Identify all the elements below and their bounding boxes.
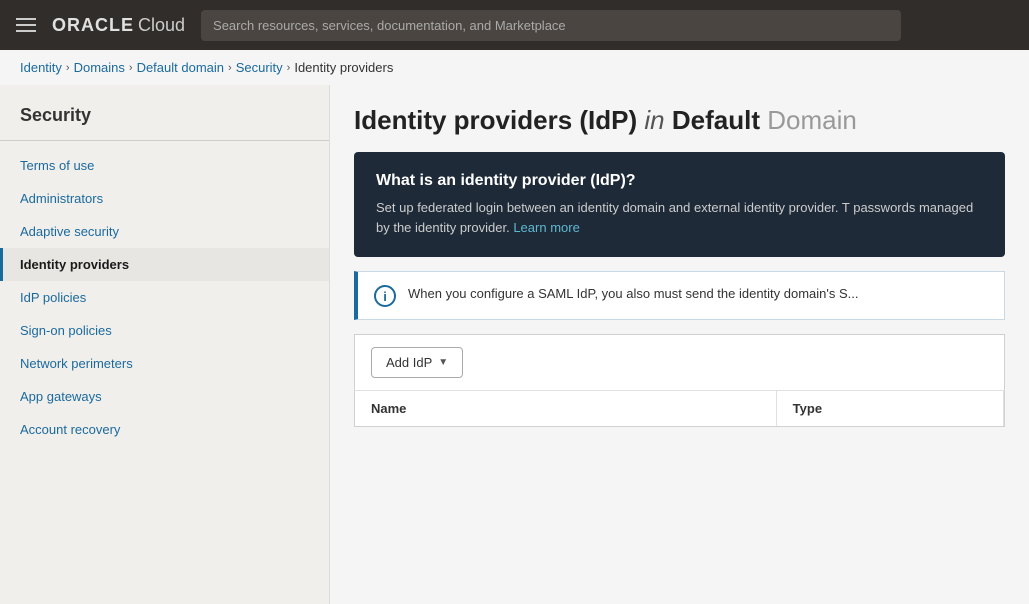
sidebar-item-network-perimeters[interactable]: Network perimeters — [0, 347, 329, 380]
page-title-normal: Identity providers (IdP) — [354, 105, 637, 135]
add-idp-button[interactable]: Add IdP ▼ — [371, 347, 463, 378]
breadcrumb-domains[interactable]: Domains — [74, 60, 125, 75]
breadcrumb-default-domain[interactable]: Default domain — [137, 60, 224, 75]
sidebar-item-sign-on-policies[interactable]: Sign-on policies — [0, 314, 329, 347]
notice-text: When you configure a SAML IdP, you also … — [408, 284, 859, 304]
sidebar-title: Security — [0, 95, 329, 140]
dropdown-arrow-icon: ▼ — [438, 357, 448, 368]
sidebar-item-administrators[interactable]: Administrators — [0, 182, 329, 215]
page-title: Identity providers (IdP) in Default Doma… — [354, 105, 1005, 136]
cloud-text: Cloud — [138, 15, 185, 36]
page-title-italic: in — [644, 105, 664, 135]
main-layout: Security Terms of use Administrators Ada… — [0, 85, 1029, 604]
sidebar-divider — [0, 140, 329, 141]
sidebar-item-app-gateways[interactable]: App gateways — [0, 380, 329, 413]
oracle-logo: ORACLE Cloud — [52, 15, 185, 36]
add-idp-label: Add IdP — [386, 355, 432, 370]
info-icon: i — [374, 285, 396, 307]
breadcrumb-sep-2: › — [129, 62, 133, 74]
table-column-name: Name — [355, 391, 777, 426]
oracle-text: ORACLE — [52, 15, 134, 36]
breadcrumb-security[interactable]: Security — [236, 60, 283, 75]
sidebar-item-idp-policies[interactable]: IdP policies — [0, 281, 329, 314]
info-card-heading: What is an identity provider (IdP)? — [376, 172, 983, 190]
sidebar-item-account-recovery[interactable]: Account recovery — [0, 413, 329, 446]
breadcrumb-current: Identity providers — [294, 60, 393, 75]
sidebar-item-identity-providers[interactable]: Identity providers — [0, 248, 329, 281]
page-title-light: Domain — [767, 105, 857, 135]
learn-more-link[interactable]: Learn more — [513, 220, 579, 235]
breadcrumb-sep-1: › — [66, 62, 70, 74]
breadcrumb: Identity › Domains › Default domain › Se… — [0, 50, 1029, 85]
add-idp-container: Add IdP ▼ — [354, 334, 1005, 390]
sidebar-item-terms-of-use[interactable]: Terms of use — [0, 149, 329, 182]
sidebar: Security Terms of use Administrators Ada… — [0, 85, 330, 604]
table-column-type: Type — [777, 391, 1004, 426]
notice-bar: i When you configure a SAML IdP, you als… — [354, 271, 1005, 320]
main-content: Identity providers (IdP) in Default Doma… — [330, 85, 1029, 604]
breadcrumb-identity[interactable]: Identity — [20, 60, 62, 75]
info-card-text: Set up federated login between an identi… — [376, 198, 983, 237]
search-input[interactable] — [201, 10, 901, 41]
breadcrumb-sep-3: › — [228, 62, 232, 74]
hamburger-menu[interactable] — [16, 18, 36, 32]
info-card: What is an identity provider (IdP)? Set … — [354, 152, 1005, 257]
page-title-bold: Default — [672, 105, 760, 135]
breadcrumb-sep-4: › — [287, 62, 291, 74]
top-navigation: ORACLE Cloud — [0, 0, 1029, 50]
sidebar-item-adaptive-security[interactable]: Adaptive security — [0, 215, 329, 248]
table-header: Name Type — [354, 390, 1005, 427]
